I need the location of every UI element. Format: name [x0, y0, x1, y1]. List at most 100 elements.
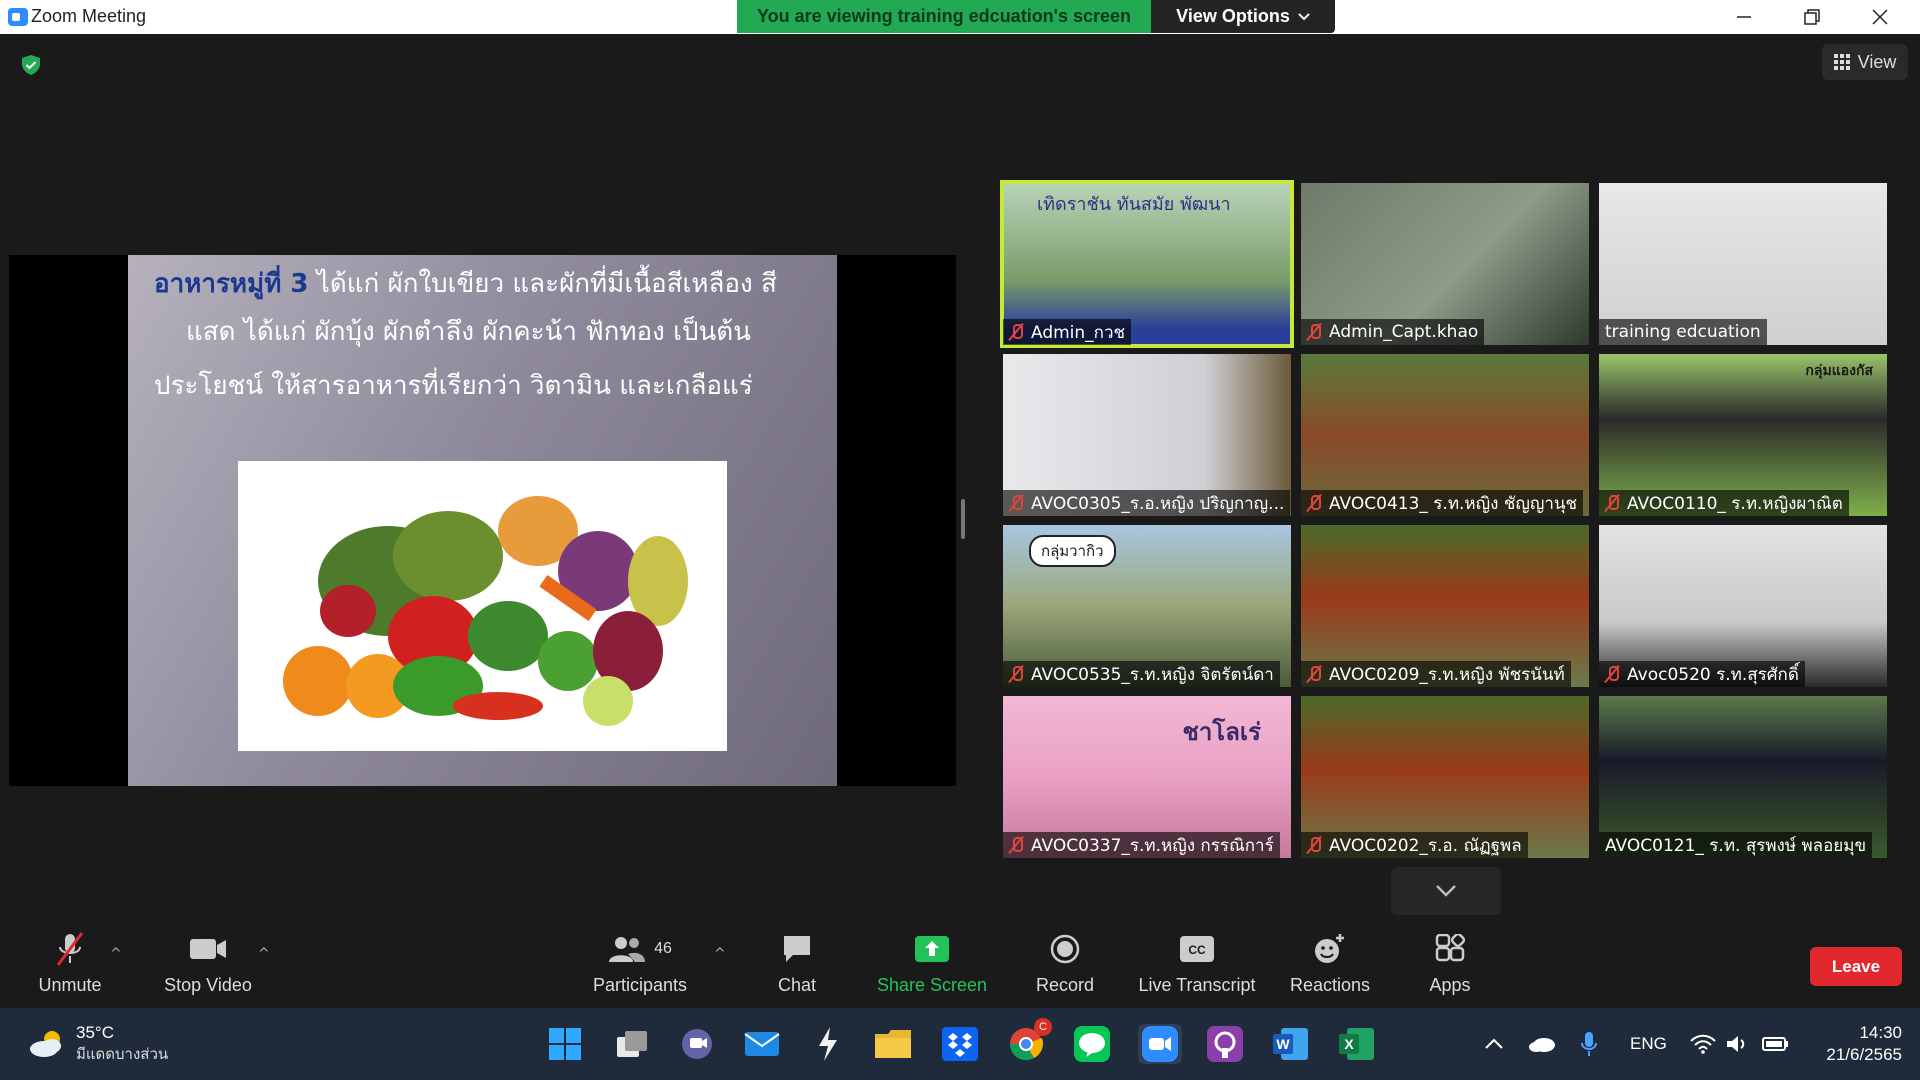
- slide-line-1: อาหารหมู่ที่ 3 ได้แก่ ผักใบเขียว และผักท…: [154, 263, 777, 304]
- lightning-app-icon[interactable]: [808, 1024, 848, 1064]
- weather-description: มีแดดบางส่วน: [76, 1046, 169, 1063]
- participant-name: AVOC0202_ร.อ. ณัฏฐพล: [1329, 835, 1522, 856]
- view-options-label: View Options: [1176, 6, 1290, 26]
- live-transcript-label: Live Transcript: [1138, 974, 1256, 995]
- chrome-icon[interactable]: C: [1006, 1018, 1052, 1064]
- participants-count: 46: [654, 939, 672, 957]
- participant-name-bar: AVOC0209_ร.ท.หญิง พัชรนันท์: [1301, 661, 1571, 687]
- participant-name: AVOC0337_ร.ท.หญิง กรรณิการ์: [1031, 835, 1274, 856]
- view-options-button[interactable]: View Options: [1151, 0, 1335, 33]
- participant-tile[interactable]: Admin_Capt.khao: [1301, 183, 1589, 345]
- file-explorer-icon[interactable]: [873, 1024, 913, 1064]
- encryption-shield-icon[interactable]: [20, 54, 42, 76]
- participant-name: AVOC0413_ ร.ท.หญิง ชัญญานุช: [1329, 493, 1578, 514]
- clock-date: 21/6/2565: [1826, 1045, 1902, 1064]
- participant-tile[interactable]: AVOC0121_ ร.ท. สุรพงษ์ พลอยมุข: [1599, 696, 1887, 858]
- participant-name: training edcuation: [1605, 322, 1761, 342]
- wifi-icon[interactable]: [1690, 1008, 1716, 1080]
- participant-tile[interactable]: กลุ่มแองกัส AVOC0110_ ร.ท.หญิงผาณิต: [1599, 354, 1887, 516]
- teams-chat-icon[interactable]: [677, 1024, 717, 1064]
- window-title: Zoom Meeting: [31, 6, 147, 26]
- excel-icon[interactable]: X: [1337, 1024, 1377, 1064]
- live-transcript-button[interactable]: CC Live Transcript: [1132, 916, 1262, 1008]
- gallery-next-page-button[interactable]: [1391, 867, 1501, 915]
- participant-tile[interactable]: ชาโลเร่ AVOC0337_ร.ท.หญิง กรรณิการ์: [1003, 696, 1291, 858]
- muted-mic-icon: [1009, 494, 1023, 512]
- participant-name-bar: training edcuation: [1599, 319, 1767, 345]
- battery-icon[interactable]: [1762, 1008, 1790, 1080]
- mail-icon[interactable]: [742, 1024, 782, 1064]
- view-button[interactable]: View: [1822, 44, 1908, 80]
- dropbox-icon[interactable]: [940, 1024, 980, 1064]
- close-button[interactable]: [1846, 0, 1914, 34]
- windows-start-icon[interactable]: [545, 1024, 585, 1064]
- clock[interactable]: 14:30 21/6/2565: [1812, 1008, 1902, 1080]
- participant-name: Admin_กวช: [1031, 322, 1126, 343]
- chat-button[interactable]: Chat: [752, 916, 842, 1008]
- meeting-toolbar: Unmute ^ Stop Video ^ 46 Participants ^ …: [0, 916, 1920, 1008]
- muted-microphone-icon: [56, 931, 84, 966]
- line-app-icon[interactable]: [1072, 1024, 1112, 1064]
- apps-label: Apps: [1429, 974, 1471, 995]
- participant-name: Admin_Capt.khao: [1329, 322, 1479, 342]
- apps-button[interactable]: Apps: [1410, 916, 1490, 1008]
- clock-time: 14:30: [1859, 1023, 1902, 1042]
- participants-button[interactable]: 46 Participants: [580, 916, 700, 1008]
- participant-tile[interactable]: AVOC0413_ ร.ท.หญิง ชัญญานุช: [1301, 354, 1589, 516]
- audio-options-caret-icon[interactable]: ^: [110, 946, 122, 962]
- chevron-down-icon: [1298, 12, 1310, 20]
- unmute-button[interactable]: Unmute: [22, 916, 118, 1008]
- zoom-app-icon: [8, 8, 28, 26]
- participant-tile[interactable]: AVOC0202_ร.อ. ณัฏฐพล: [1301, 696, 1589, 858]
- pdf-app-icon[interactable]: [1205, 1024, 1245, 1064]
- minimize-button[interactable]: [1710, 0, 1778, 34]
- participant-name-bar: AVOC0305_ร.อ.หญิง ปริญกาญ...: [1003, 490, 1291, 516]
- microphone-tray-icon[interactable]: [1580, 1008, 1598, 1080]
- word-icon[interactable]: W: [1271, 1024, 1311, 1064]
- leave-button[interactable]: Leave: [1810, 947, 1902, 986]
- volume-icon[interactable]: [1726, 1008, 1750, 1080]
- vegetables-image: [238, 461, 727, 751]
- show-hidden-icons-chevron-icon[interactable]: [1484, 1008, 1504, 1080]
- reactions-button[interactable]: Reactions: [1280, 916, 1380, 1008]
- stop-video-button[interactable]: Stop Video: [152, 916, 264, 1008]
- muted-mic-icon: [1009, 836, 1023, 854]
- zoom-taskbar-icon[interactable]: [1138, 1024, 1182, 1064]
- share-screen-icon: [915, 935, 949, 962]
- video-options-caret-icon[interactable]: ^: [258, 946, 270, 962]
- input-language[interactable]: ENG: [1630, 1008, 1667, 1080]
- apps-icon: [1435, 933, 1465, 961]
- onedrive-cloud-icon[interactable]: [1528, 1008, 1556, 1080]
- share-screen-button[interactable]: Share Screen: [872, 916, 992, 1008]
- participant-name-bar: AVOC0535_ร.ท.หญิง จิตรัตน์ดา: [1003, 661, 1280, 687]
- chat-label: Chat: [777, 974, 817, 995]
- presentation-slide: อาหารหมู่ที่ 3 ได้แก่ ผักใบเขียว และผักท…: [128, 255, 837, 786]
- participant-tile[interactable]: กลุ่มวากิว AVOC0535_ร.ท.หญิง จิตรัตน์ดา: [1003, 525, 1291, 687]
- tile-banner-text: เทิดราชัน ทันสมัย พัฒนา: [1037, 194, 1231, 215]
- muted-mic-icon: [1307, 494, 1321, 512]
- participant-tile[interactable]: training edcuation: [1599, 183, 1887, 345]
- participants-options-caret-icon[interactable]: ^: [714, 946, 726, 962]
- task-view-icon[interactable]: [612, 1024, 652, 1064]
- record-button[interactable]: Record: [1020, 916, 1110, 1008]
- grid-icon: [1833, 54, 1850, 70]
- record-icon: [1050, 934, 1080, 963]
- unmute-label: Unmute: [38, 974, 102, 995]
- muted-mic-icon: [1605, 665, 1619, 683]
- participant-name-bar: AVOC0337_ร.ท.หญิง กรรณิการ์: [1003, 832, 1280, 858]
- participant-tile[interactable]: Avoc0520 ร.ท.สุรศักดิ์: [1599, 525, 1887, 687]
- chrome-profile-badge: C: [1034, 1018, 1052, 1036]
- reactions-label: Reactions: [1289, 974, 1371, 995]
- participant-tile[interactable]: เทิดราชัน ทันสมัย พัฒนา Admin_กวช: [1000, 180, 1294, 348]
- muted-mic-icon: [1307, 323, 1321, 341]
- panel-resize-handle[interactable]: [961, 499, 965, 539]
- participant-tile[interactable]: AVOC0305_ร.อ.หญิง ปริญกาญ...: [1003, 354, 1291, 516]
- record-label: Record: [1035, 974, 1095, 995]
- restore-button[interactable]: [1778, 0, 1846, 34]
- emoji-plus-icon: [1315, 933, 1344, 963]
- closed-caption-icon: CC: [1180, 935, 1214, 962]
- participant-tile[interactable]: AVOC0209_ร.ท.หญิง พัชรนันท์: [1301, 525, 1589, 687]
- participant-name: AVOC0121_ ร.ท. สุรพงษ์ พลอยมุข: [1605, 835, 1867, 856]
- svg-text:CC: CC: [1188, 943, 1206, 957]
- weather-widget[interactable]: 35°C มีแดดบางส่วน: [28, 1008, 168, 1080]
